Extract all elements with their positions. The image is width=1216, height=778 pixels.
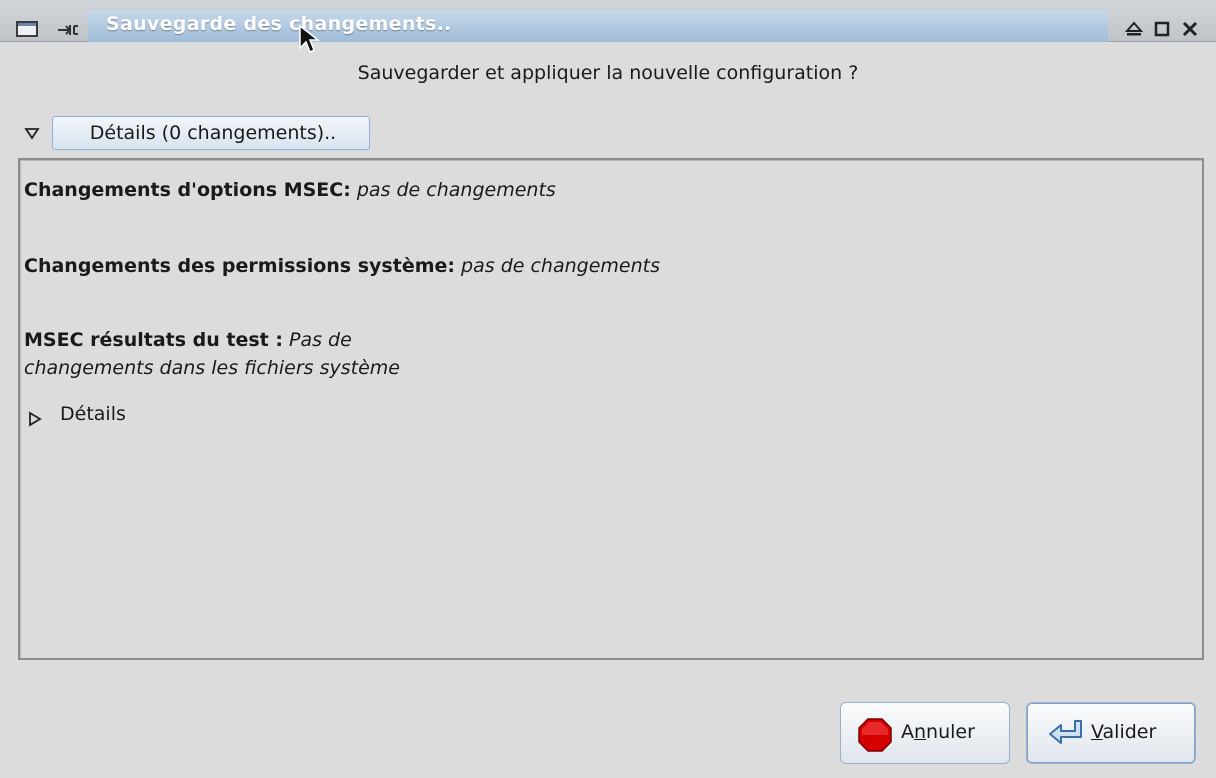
details-panel: Changements d'options MSEC: pas de chang… <box>18 158 1204 660</box>
title-bar[interactable]: Sauvegarde des changements.. <box>0 0 1216 42</box>
cancel-button[interactable]: Annuler <box>840 702 1010 764</box>
system-permissions-label: Changements des permissions système: <box>24 255 455 277</box>
confirmation-question: Sauvegarder et appliquer la nouvelle con… <box>357 62 859 84</box>
test-results-row: MSEC résultats du test : Pas de changeme… <box>24 326 544 382</box>
msec-options-row: Changements d'options MSEC: pas de chang… <box>24 176 556 204</box>
expander-right-arrow-icon[interactable] <box>28 407 42 427</box>
test-results-value-line1: Pas de <box>289 329 352 351</box>
validate-button-label: Valider <box>1091 721 1157 743</box>
msec-options-value: pas de changements <box>356 179 556 201</box>
system-permissions-value: pas de changements <box>461 255 660 277</box>
system-permissions-row: Changements des permissions système: pas… <box>24 252 660 280</box>
expander-down-arrow-icon[interactable] <box>24 126 40 140</box>
mouse-pointer-icon <box>298 24 321 54</box>
test-results-value-line2: changements dans les fichiers système <box>24 357 401 379</box>
shade-icon[interactable] <box>1124 19 1144 39</box>
sub-details-label[interactable]: Détails <box>60 400 126 428</box>
window-title: Sauvegarde des changements.. <box>106 13 452 35</box>
maximize-icon[interactable] <box>1152 19 1172 39</box>
pin-icon[interactable] <box>56 22 80 38</box>
details-toggle-button[interactable]: Détails (0 changements).. <box>52 116 370 150</box>
stop-sign-icon <box>857 717 893 753</box>
cancel-button-label: Annuler <box>901 721 975 743</box>
msec-options-label: Changements d'options MSEC: <box>24 179 351 201</box>
enter-arrow-icon <box>1047 717 1083 753</box>
test-results-label: MSEC résultats du test : <box>24 329 283 351</box>
validate-button[interactable]: Valider <box>1026 702 1196 764</box>
window-icon[interactable] <box>16 21 38 37</box>
close-icon[interactable] <box>1180 19 1200 39</box>
